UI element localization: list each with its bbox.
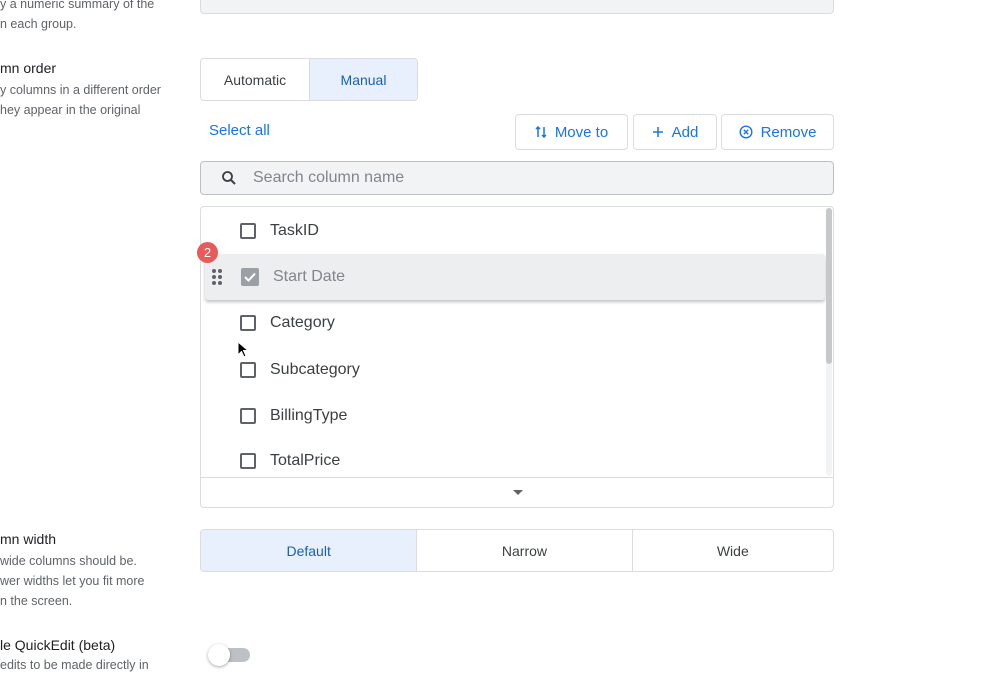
list-expand-footer[interactable] — [201, 477, 833, 507]
column-checkbox[interactable] — [240, 453, 256, 469]
column-checkbox[interactable] — [240, 362, 256, 378]
move-to-button[interactable]: Move to — [515, 114, 628, 150]
drag-handle-icon[interactable] — [211, 268, 223, 286]
drag-count-badge: 2 — [197, 242, 218, 263]
mouse-cursor-icon — [237, 341, 249, 358]
search-icon — [222, 171, 236, 185]
dragging-list-item[interactable]: Start Date — [205, 254, 825, 300]
width-narrow-option[interactable]: Narrow — [416, 530, 631, 571]
list-item[interactable]: BillingType — [201, 393, 823, 439]
column-order-desc-line-1: y columns in a different order — [0, 83, 161, 97]
quickedit-toggle-knob[interactable] — [208, 644, 230, 666]
add-button[interactable]: Add — [633, 114, 717, 150]
caret-down-icon[interactable] — [512, 489, 524, 496]
column-label: Category — [270, 314, 335, 331]
plus-icon — [652, 127, 663, 137]
column-checkbox-checked[interactable] — [241, 268, 259, 286]
summary-desc-line-1: y a numeric summary of the — [0, 0, 155, 11]
move-to-label: Move to — [554, 123, 609, 141]
column-width-desc-line-3: n the screen. — [0, 594, 73, 608]
order-mode-toggle: Automatic Manual — [200, 58, 418, 101]
width-default-option[interactable]: Default — [201, 530, 417, 571]
list-item[interactable]: Category — [201, 300, 823, 346]
column-checkbox[interactable] — [240, 315, 256, 331]
column-label: BillingType — [270, 407, 348, 424]
list-scrollbar-thumb[interactable] — [826, 208, 832, 364]
column-order-description: y columns in a different order hey appea… — [0, 80, 161, 120]
column-width-description: wide columns should be. wer widths let y… — [0, 551, 145, 611]
swap-vertical-icon — [535, 125, 547, 139]
order-manual-option[interactable]: Manual — [309, 59, 417, 100]
remove-label: Remove — [760, 123, 817, 141]
select-all-link[interactable]: Select all — [209, 122, 270, 139]
column-search-input[interactable] — [251, 168, 775, 188]
column-search-box — [200, 161, 834, 195]
column-label: Subcategory — [270, 361, 360, 378]
summary-field — [200, 0, 834, 14]
width-wide-option[interactable]: Wide — [631, 530, 833, 571]
column-order-desc-line-2: hey appear in the original — [0, 103, 141, 117]
column-label: Start Date — [273, 268, 346, 285]
column-width-desc-line-1: wide columns should be. — [0, 554, 137, 568]
column-width-desc-line-2: wer widths let you fit more — [0, 574, 145, 588]
column-width-title: mn width — [0, 531, 57, 547]
quickedit-description: edits to be made directly in — [0, 658, 149, 672]
add-label: Add — [671, 123, 699, 141]
list-item[interactable]: Subcategory — [201, 347, 823, 393]
column-list: TaskID Category Subcategory BillingType … — [200, 206, 834, 508]
quickedit-title: le QuickEdit (beta) — [0, 637, 116, 653]
column-checkbox[interactable] — [240, 223, 256, 239]
summary-desc-line-2: n each group. — [0, 17, 77, 31]
column-label: TaskID — [270, 222, 319, 239]
column-label: TotalPrice — [270, 452, 341, 469]
order-automatic-option[interactable]: Automatic — [201, 59, 309, 100]
column-width-toggle: Default Narrow Wide — [200, 529, 834, 572]
summary-description: y a numeric summary of the n each group. — [0, 0, 154, 34]
column-checkbox[interactable] — [240, 408, 256, 424]
column-order-title: mn order — [0, 60, 57, 76]
remove-button[interactable]: Remove — [721, 114, 834, 150]
list-item[interactable]: TaskID — [201, 208, 823, 254]
checkmark-icon — [244, 272, 256, 282]
remove-circle-icon — [739, 125, 753, 139]
